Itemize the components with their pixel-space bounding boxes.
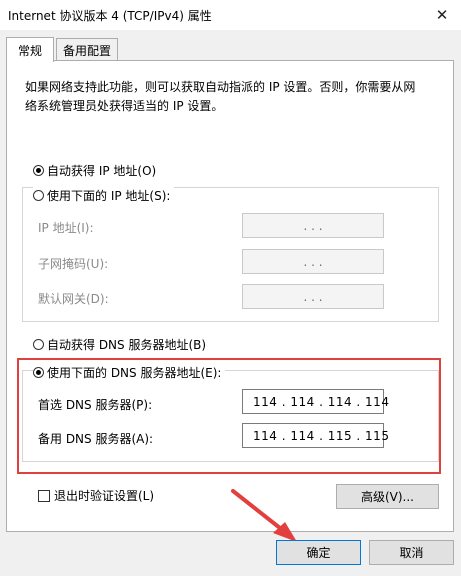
- advanced-button-label: 高级(V)...: [360, 490, 415, 504]
- ip-address-value: . . .: [303, 218, 323, 233]
- close-button[interactable]: ✕: [425, 1, 459, 28]
- radio-checked-icon: [33, 165, 44, 176]
- ok-button[interactable]: 确定: [276, 540, 361, 565]
- subnet-mask-input[interactable]: . . .: [242, 249, 384, 274]
- subnet-mask-value: . . .: [303, 254, 323, 269]
- cancel-button-label: 取消: [399, 546, 424, 560]
- radio-unchecked-icon: [33, 339, 44, 350]
- default-gateway-value: . . .: [303, 289, 323, 304]
- ip-address-label: IP 地址(I):: [38, 221, 94, 235]
- preferred-dns-input[interactable]: 114 . 114 . 114 . 114: [242, 389, 389, 414]
- checkbox-unchecked-icon: [38, 489, 50, 502]
- ip-address-input[interactable]: . . .: [242, 213, 384, 238]
- preferred-dns-value: 114 . 114 . 114 . 114: [253, 394, 390, 409]
- default-gateway-label: 默认网关(D):: [38, 292, 109, 306]
- radio-manual-ip-label: 使用下面的 IP 地址(S):: [47, 189, 171, 203]
- tab-general[interactable]: 常规: [6, 37, 54, 62]
- arrow-annotation-icon: [231, 489, 297, 542]
- radio-auto-dns[interactable]: 自动获得 DNS 服务器地址(B): [33, 336, 206, 353]
- radio-unchecked-icon: [33, 190, 44, 201]
- advanced-button[interactable]: 高级(V)...: [336, 484, 439, 509]
- alternate-dns-value: 114 . 114 . 115 . 115: [253, 428, 390, 443]
- radio-checked-icon: [33, 367, 44, 378]
- alternate-dns-label: 备用 DNS 服务器(A):: [38, 432, 154, 446]
- radio-manual-dns[interactable]: 使用下面的 DNS 服务器地址(E):: [33, 364, 226, 381]
- preferred-dns-label: 首选 DNS 服务器(P):: [38, 398, 153, 412]
- alternate-dns-input[interactable]: 114 . 114 . 115 . 115: [242, 423, 389, 448]
- radio-auto-dns-label: 自动获得 DNS 服务器地址(B): [47, 338, 207, 352]
- window-title: Internet 协议版本 4 (TCP/IPv4) 属性: [8, 9, 212, 23]
- tab-alternate-config[interactable]: 备用配置: [56, 38, 118, 61]
- subnet-mask-label: 子网掩码(U):: [38, 257, 109, 271]
- radio-manual-ip[interactable]: 使用下面的 IP 地址(S):: [33, 187, 175, 204]
- radio-auto-ip-label: 自动获得 IP 地址(O): [47, 164, 157, 178]
- default-gateway-input[interactable]: . . .: [242, 284, 384, 309]
- description-text: 如果网络支持此功能，则可以获取自动指派的 IP 设置。否则，你需要从网络系统管理…: [25, 80, 416, 113]
- ok-button-label: 确定: [306, 546, 331, 560]
- radio-manual-dns-label: 使用下面的 DNS 服务器地址(E):: [47, 366, 222, 380]
- radio-auto-ip[interactable]: 自动获得 IP 地址(O): [33, 162, 156, 179]
- validate-checkbox[interactable]: 退出时验证设置(L): [38, 487, 154, 504]
- tab-alternate-config-label: 备用配置: [62, 43, 111, 58]
- cancel-button[interactable]: 取消: [369, 540, 454, 565]
- validate-checkbox-label: 退出时验证设置(L): [54, 489, 155, 503]
- tab-general-label: 常规: [17, 43, 42, 58]
- close-icon: ✕: [435, 5, 449, 24]
